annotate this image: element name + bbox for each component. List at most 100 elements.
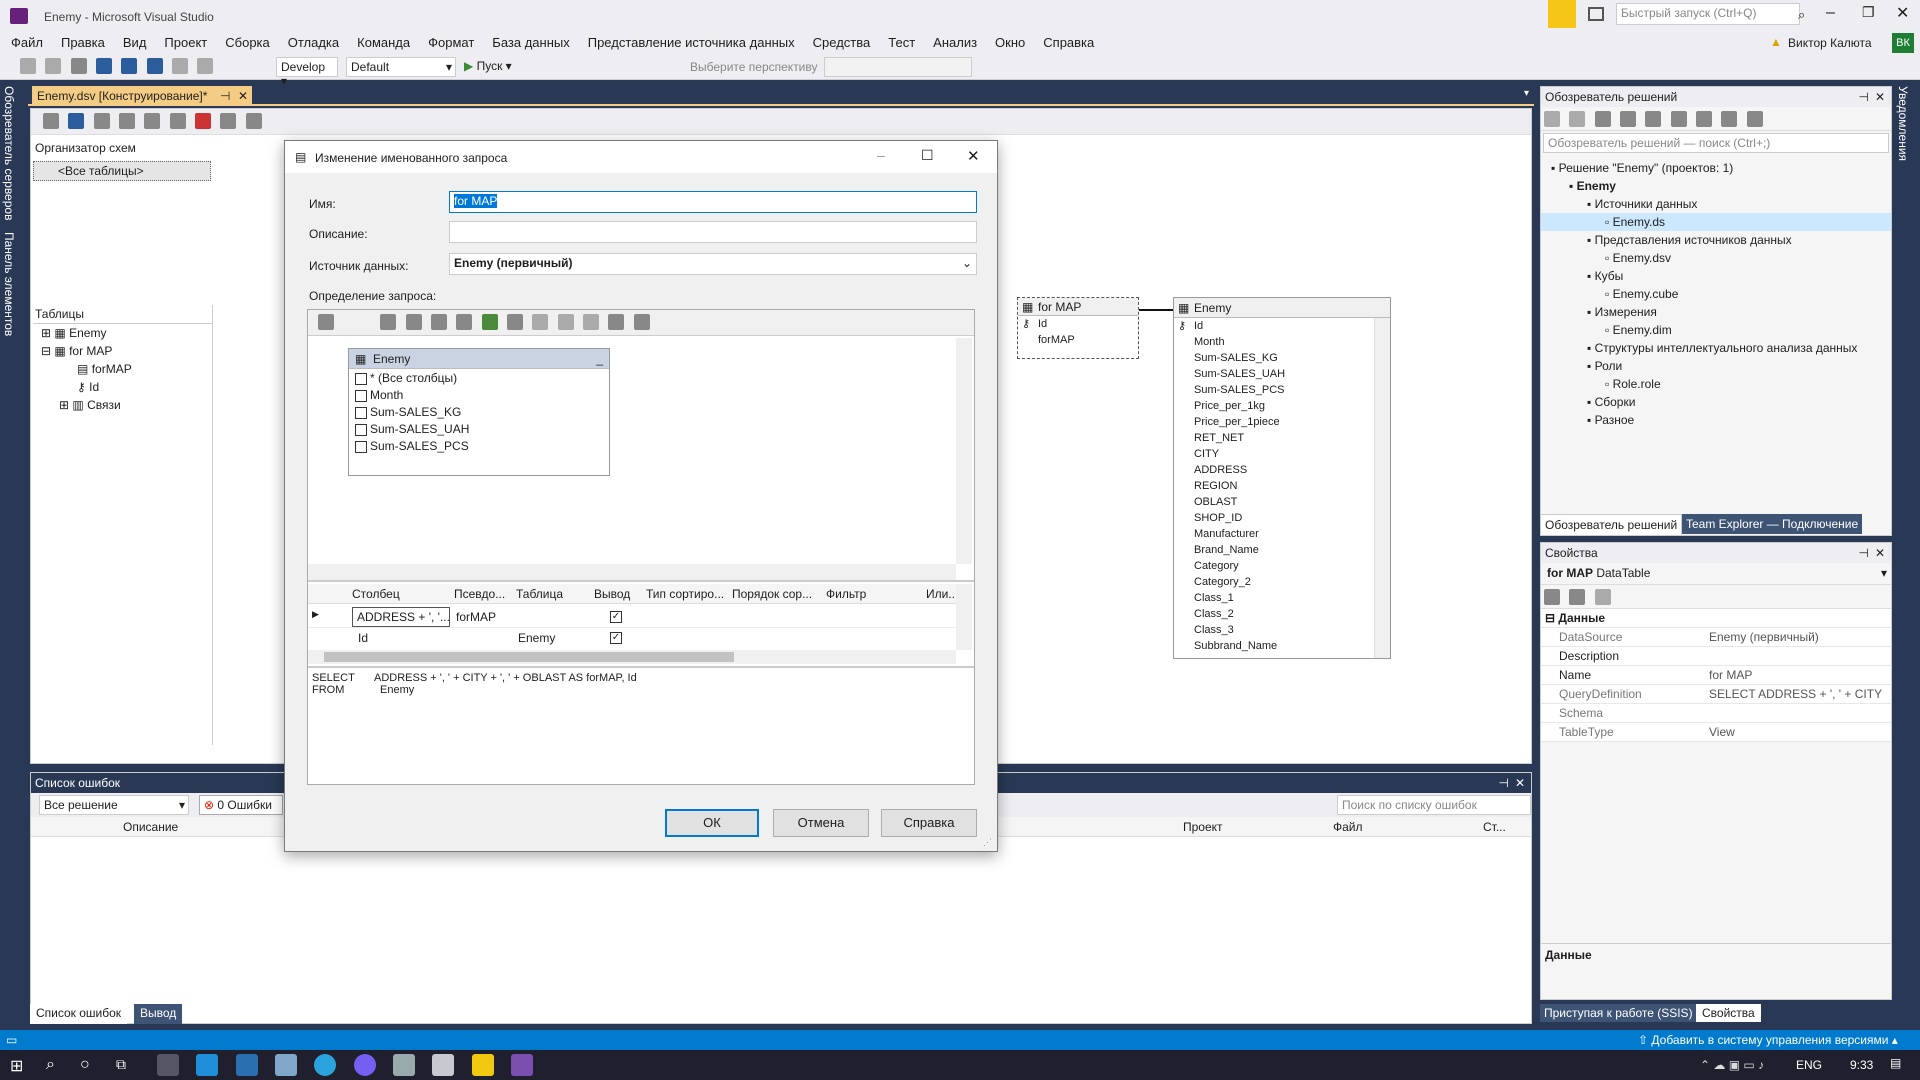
solution-tree-item[interactable]: ▪ Роли: [1541, 357, 1891, 375]
dialog-minimize-button[interactable]: –: [877, 147, 885, 163]
new-project-icon[interactable]: [70, 58, 87, 74]
name-input[interactable]: for MAP: [449, 191, 977, 213]
sort-asc-icon[interactable]: [532, 314, 549, 330]
diagram-table-header[interactable]: ▦ for MAP: [1018, 298, 1138, 316]
grid-cell-column[interactable]: ADDRESS + ', '...: [352, 607, 450, 627]
diagram-column[interactable]: Class_1: [1174, 590, 1390, 606]
input-language[interactable]: ENG: [1796, 1058, 1822, 1072]
new-query-icon[interactable]: [93, 113, 110, 129]
grid-column-header[interactable]: Таблица: [516, 587, 563, 601]
new-relation-icon[interactable]: [119, 113, 136, 129]
diagram-hscrollbar[interactable]: [308, 564, 956, 580]
visual-studio-icon[interactable]: [511, 1054, 534, 1076]
categorized-icon[interactable]: [1544, 589, 1560, 605]
diagram-column[interactable]: Month: [1174, 334, 1390, 350]
expand-icon[interactable]: ⊞: [41, 326, 51, 340]
column-checkbox[interactable]: [355, 423, 367, 436]
cortana-icon[interactable]: ○: [80, 1056, 90, 1074]
clock[interactable]: 9:33: [1850, 1058, 1873, 1072]
properties-icon[interactable]: [1746, 111, 1763, 127]
close-tab-icon[interactable]: ✕: [238, 89, 248, 103]
diagram-column[interactable]: Category: [1174, 558, 1390, 574]
zoom-icon[interactable]: [245, 113, 262, 129]
col-project[interactable]: Проект: [1183, 820, 1223, 834]
table-formap[interactable]: ⊟ ▦ for MAP: [33, 342, 212, 360]
diagram-pane-icon[interactable]: [380, 314, 397, 330]
ok-button[interactable]: ОК: [665, 809, 759, 837]
col-description[interactable]: Описание: [123, 820, 178, 834]
dialog-close-button[interactable]: ✕: [967, 147, 980, 165]
user-name[interactable]: Виктор Калюта: [1788, 36, 1872, 50]
forward-icon[interactable]: [1569, 111, 1586, 127]
table-enemy[interactable]: ⊞ ▦ Enemy: [33, 324, 212, 342]
replace-table-icon[interactable]: [144, 113, 161, 129]
start-button[interactable]: ▶ Пуск ▾: [464, 59, 512, 73]
diagram-scrollbar[interactable]: [1374, 318, 1390, 658]
delete-icon[interactable]: [195, 113, 212, 129]
tab-getting-started[interactable]: Приступая к работе (SSIS): [1540, 1004, 1697, 1022]
platform-select[interactable]: Default ▾: [346, 57, 456, 77]
add-to-source-control[interactable]: ⇧ Добавить в систему управления версиями…: [1638, 1033, 1898, 1047]
query-table-header[interactable]: ▦ Enemy _: [349, 349, 609, 369]
diagram-column[interactable]: Class_3: [1174, 622, 1390, 638]
relations-node[interactable]: ⊞ ▥ Связи: [33, 396, 212, 414]
close-button[interactable]: ✕: [1896, 3, 1909, 23]
diagram-column[interactable]: forMAP: [1018, 332, 1138, 348]
solution-config-select[interactable]: Develop ▾: [276, 57, 338, 88]
diagram-column[interactable]: Price_per_1piece: [1174, 414, 1390, 430]
column-formap[interactable]: ▤ forMAP: [33, 360, 212, 378]
diagram-column[interactable]: CITY: [1174, 446, 1390, 462]
menu-item[interactable]: Справка: [1034, 32, 1103, 53]
solution-tree-item[interactable]: ▪ Источники данных: [1541, 195, 1891, 213]
property-row[interactable]: Name for MAP: [1541, 666, 1891, 685]
back-icon[interactable]: [1544, 111, 1560, 127]
redo-icon[interactable]: [197, 58, 214, 74]
save-icon[interactable]: [121, 58, 138, 74]
diagram-column[interactable]: SHOP_ID: [1174, 510, 1390, 526]
menu-item[interactable]: Средства: [804, 32, 880, 53]
tray-icons[interactable]: ⌃ ☁ ▣ ▭ ♪: [1700, 1058, 1764, 1072]
tab-dropdown-icon[interactable]: ▾: [1524, 88, 1529, 99]
diagram-column[interactable]: Category_2: [1174, 574, 1390, 590]
app-icon[interactable]: [393, 1054, 416, 1076]
query-diagram-pane[interactable]: ▦ Enemy _ * (Все столбцы) Month Sum-SALES_K…: [308, 338, 974, 582]
grid-column-header[interactable]: Псевдо...: [454, 587, 505, 601]
menu-item[interactable]: Команда: [348, 32, 419, 53]
server-explorer-tab[interactable]: Обозреватель серверов: [0, 80, 18, 226]
panel-close-icon[interactable]: ✕: [1875, 87, 1885, 107]
diagram-column[interactable]: Brand_Name: [1174, 542, 1390, 558]
solution-tree-item[interactable]: ▫ Enemy.ds: [1541, 213, 1891, 231]
solution-tree-item[interactable]: ▪ Разное: [1541, 411, 1891, 429]
history-icon[interactable]: [1645, 111, 1662, 127]
back-icon[interactable]: [20, 58, 36, 74]
panel-close-icon[interactable]: ✕: [1515, 773, 1525, 793]
alphabetical-icon[interactable]: [1569, 589, 1586, 605]
help-button[interactable]: Справка: [881, 809, 977, 837]
diagram-column[interactable]: ⚷ Id: [1018, 316, 1138, 332]
solution-tree-item[interactable]: ▪ Измерения: [1541, 303, 1891, 321]
grid-row[interactable]: Id Enemy ✓: [308, 628, 956, 648]
query-column[interactable]: Sum-SALES_UAH: [355, 422, 603, 439]
tab-solution-explorer[interactable]: Обозреватель решений: [1540, 514, 1683, 536]
output-checkbox[interactable]: ✓: [610, 632, 622, 644]
solution-tree-item[interactable]: ▪ Структуры интеллектуального анализа да…: [1541, 339, 1891, 357]
grid-vscrollbar[interactable]: [956, 584, 972, 650]
maximize-button[interactable]: ❐: [1862, 4, 1875, 21]
resize-grip-icon[interactable]: ⋰: [983, 837, 992, 848]
solution-tree-item[interactable]: ▪ Enemy: [1541, 177, 1891, 195]
open-icon[interactable]: [96, 58, 113, 74]
sync-icon[interactable]: [1670, 111, 1687, 127]
property-row[interactable]: Schema: [1541, 704, 1891, 723]
solution-tree-item[interactable]: ▪ Решение "Enemy" (проектов: 1): [1541, 159, 1891, 177]
diagram-column[interactable]: Subbrand_Name: [1174, 638, 1390, 654]
error-search-input[interactable]: Поиск по списку ошибок: [1337, 795, 1531, 815]
grid-cell-alias[interactable]: forMAP: [456, 610, 496, 624]
diagram-column[interactable]: Sum-SALES_KG: [1174, 350, 1390, 366]
sql-pane[interactable]: SELECT ADDRESS + ', ' + CITY + ', ' + OBL…: [312, 672, 972, 782]
solution-tree-item[interactable]: ▪ Представления источников данных: [1541, 231, 1891, 249]
diagram-column[interactable]: Price_per_1kg: [1174, 398, 1390, 414]
viber-icon[interactable]: [353, 1054, 376, 1076]
save-all-icon[interactable]: [146, 58, 163, 74]
tab-properties[interactable]: Свойства: [1696, 1004, 1761, 1022]
menu-item[interactable]: Отладка: [279, 32, 348, 53]
